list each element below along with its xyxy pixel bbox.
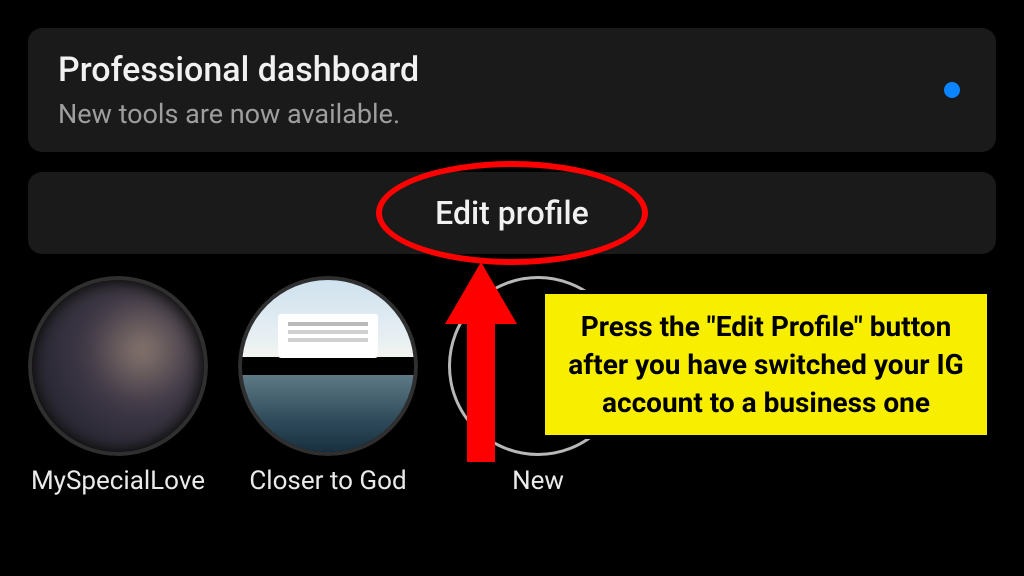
annotation-callout: Press the "Edit Profile" button after yo… xyxy=(541,290,991,439)
story-highlight-item[interactable]: MySpecialLove xyxy=(28,276,208,496)
story-cover-icon xyxy=(28,276,208,456)
annotation-text: Press the "Edit Profile" button after yo… xyxy=(563,308,969,421)
story-label: Closer to God xyxy=(249,466,406,496)
story-highlight-item[interactable]: Closer to God xyxy=(238,276,418,496)
edit-profile-label: Edit profile xyxy=(435,194,589,232)
dashboard-title: Professional dashboard xyxy=(58,50,966,90)
story-cover-icon xyxy=(238,276,418,456)
notification-dot-icon xyxy=(944,82,960,98)
story-label: MySpecialLove xyxy=(31,466,205,496)
story-label: New xyxy=(512,466,564,496)
dashboard-subtitle: New tools are now available. xyxy=(58,98,966,130)
edit-profile-button[interactable]: Edit profile xyxy=(28,172,996,254)
professional-dashboard-card[interactable]: Professional dashboard New tools are now… xyxy=(28,28,996,152)
